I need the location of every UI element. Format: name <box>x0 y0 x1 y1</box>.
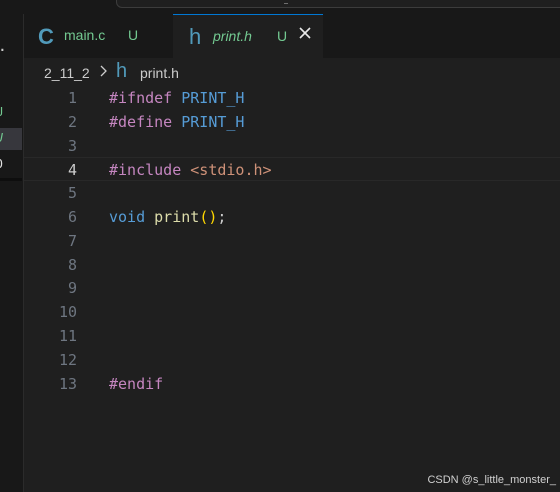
code-text[interactable]: #ifndef PRINT_H <box>109 89 244 107</box>
sidebar-item-label: · <box>0 43 6 57</box>
code-token: () <box>199 208 218 226</box>
code-line[interactable]: 4 #include <stdio.h> <box>24 157 560 182</box>
code-token: <stdio.h> <box>190 161 272 180</box>
line-number: 12 <box>58 350 77 369</box>
code-line[interactable]: 10 <box>24 300 560 324</box>
untracked-badge: U <box>0 131 3 145</box>
code-line[interactable]: 11 <box>24 324 560 348</box>
sidebar-item-3[interactable]: 0 <box>0 154 22 176</box>
code-line[interactable]: 8 <box>24 253 560 277</box>
code-line[interactable]: 6 void print(); <box>24 205 560 229</box>
code-text[interactable]: void print(); <box>109 208 226 226</box>
line-number: 3 <box>67 136 77 155</box>
code-token: PRINT_H <box>181 112 245 131</box>
untracked-badge: U <box>277 28 288 44</box>
tab-label: print.h <box>213 28 252 44</box>
code-token: #define <box>109 112 173 131</box>
close-icon[interactable] <box>297 25 313 41</box>
title-bar <box>0 0 560 14</box>
breadcrumb-file[interactable]: print.h <box>140 65 179 81</box>
tab-main-c[interactable]: C main.c U <box>24 14 174 58</box>
code-line[interactable]: 7 <box>24 229 560 253</box>
tab-label: main.c <box>64 27 106 43</box>
code-text[interactable]: #endif <box>109 375 163 393</box>
line-number: 4 <box>67 161 77 180</box>
code-token: #ifndef <box>109 89 173 107</box>
line-number: 5 <box>67 184 77 203</box>
code-line[interactable]: 5 <box>24 181 560 205</box>
breadcrumb-folder[interactable]: 2_11_2 <box>44 65 90 81</box>
tab-print-h[interactable]: h print.h U <box>173 14 323 59</box>
h-file-icon: h <box>116 60 128 82</box>
code-token: print <box>154 208 200 226</box>
code-token: ; <box>217 208 227 226</box>
line-number: 13 <box>58 374 77 393</box>
code-token: #endif <box>109 374 164 393</box>
code-line[interactable]: 2 #define PRINT_H <box>24 110 560 134</box>
code-token: void <box>109 208 146 226</box>
code-editor[interactable]: 1 #ifndef PRINT_H 2 #define PRINT_H 3 4 #inclu… <box>24 84 560 492</box>
line-number: 10 <box>58 303 77 322</box>
watermark: CSDN @s_little_monster_ <box>427 474 556 486</box>
count-badge: 0 <box>0 157 3 171</box>
line-number: 7 <box>67 231 77 250</box>
untracked-badge: U <box>0 105 3 119</box>
code-line[interactable]: 9 <box>24 276 560 300</box>
sidebar-item-0[interactable]: · <box>0 40 22 62</box>
code-line[interactable]: 1 #ifndef PRINT_H <box>24 86 560 110</box>
sidebar-item-1[interactable]: U <box>0 102 22 124</box>
code-token: PRINT_H <box>181 89 245 107</box>
sidebar-divider <box>0 178 22 181</box>
editor-tabs: C main.c U h print.h U <box>24 14 560 59</box>
breadcrumb: 2_11_2 h print.h <box>24 58 560 84</box>
line-number: 8 <box>67 255 77 274</box>
code-text[interactable]: #include <stdio.h> <box>109 161 272 179</box>
command-center[interactable] <box>116 0 560 8</box>
untracked-badge: U <box>128 27 139 43</box>
command-center-divider <box>284 0 288 4</box>
line-number: 2 <box>67 112 77 131</box>
code-line[interactable]: 13 #endif <box>24 372 560 396</box>
h-file-icon: h <box>189 24 202 49</box>
code-token: #include <box>109 161 182 180</box>
c-file-icon: C <box>38 24 54 49</box>
line-number: 6 <box>67 208 77 226</box>
chevron-right-icon <box>100 65 107 77</box>
line-number: 9 <box>67 279 77 298</box>
code-line[interactable]: 12 <box>24 348 560 372</box>
line-number: 1 <box>67 89 77 107</box>
code-line[interactable]: 3 <box>24 134 560 158</box>
sidebar-item-2[interactable]: U <box>0 128 22 150</box>
line-number: 11 <box>58 327 77 345</box>
explorer-sidebar: · U U 0 <box>0 14 24 492</box>
code-text[interactable]: #define PRINT_H <box>109 113 244 131</box>
